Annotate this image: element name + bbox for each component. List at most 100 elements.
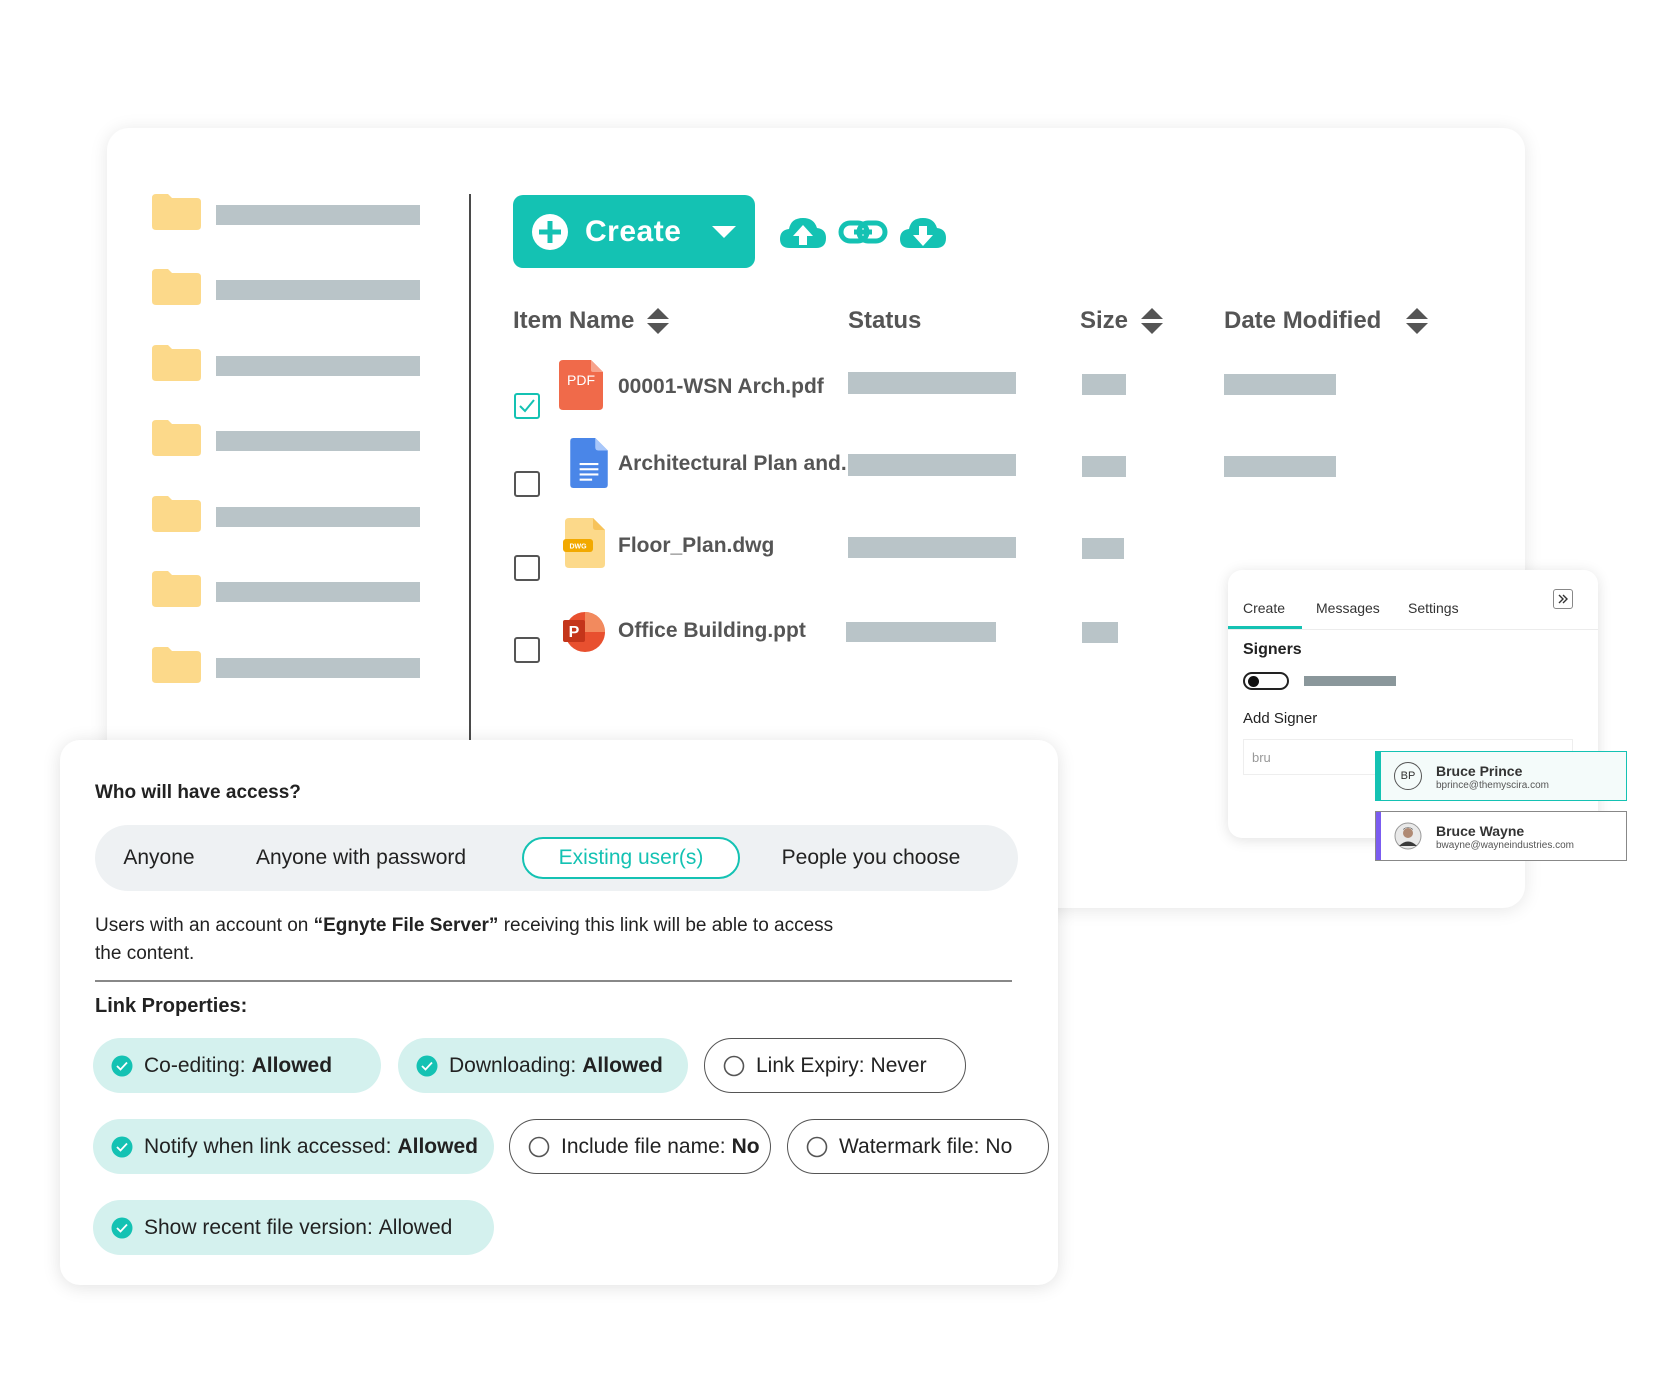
tab-divider <box>1228 629 1598 630</box>
upload-cloud-icon[interactable] <box>778 210 828 254</box>
chip-value: Allowed <box>397 1134 478 1158</box>
sort-icon[interactable] <box>1405 307 1429 335</box>
column-header-item-name[interactable]: Item Name <box>513 307 670 335</box>
folder-name-placeholder <box>216 356 420 376</box>
column-header-size[interactable]: Size <box>1080 307 1164 335</box>
status-placeholder <box>846 622 996 642</box>
signer-suggestion[interactable]: Bruce Wayne bwayne@wayneindustries.com <box>1375 811 1627 861</box>
check-circle-icon <box>111 1136 133 1157</box>
row-checkbox[interactable] <box>514 471 540 497</box>
status-placeholder <box>848 537 1016 558</box>
collapse-panel-button[interactable] <box>1553 589 1573 609</box>
row-checkbox[interactable] <box>514 637 540 663</box>
toggle-knob <box>1248 676 1259 687</box>
column-header-label: Status <box>848 307 922 334</box>
folder-icon <box>152 420 201 456</box>
link-properties-heading: Link Properties: <box>95 995 248 1017</box>
access-description: Users with an account on “Egnyte File Se… <box>95 912 855 968</box>
signers-heading: Signers <box>1243 641 1302 658</box>
user-photo-avatar <box>1394 822 1422 850</box>
chip-co-editing[interactable]: Co-editing: Allowed <box>93 1038 381 1093</box>
folder-item[interactable] <box>152 341 422 381</box>
create-button-label: Create <box>585 214 682 248</box>
folder-icon <box>152 269 201 305</box>
chip-value: Allowed <box>582 1053 663 1077</box>
file-name[interactable]: Architectural Plan and... <box>618 452 858 476</box>
chip-label: Co-editing: <box>144 1053 246 1077</box>
signer-suggestion[interactable]: BP Bruce Prince bprince@themyscira.com <box>1375 751 1627 801</box>
folder-icon <box>152 647 201 683</box>
suggestion-accent <box>1376 812 1381 860</box>
plus-circle-icon <box>532 213 568 250</box>
folder-item[interactable] <box>152 190 422 230</box>
option-anyone-with-password[interactable]: Anyone with password <box>245 825 477 891</box>
option-existing-users[interactable]: Existing user(s) <box>522 837 740 879</box>
radio-empty-icon <box>806 1136 828 1157</box>
download-cloud-icon[interactable] <box>898 210 948 254</box>
folder-item[interactable] <box>152 416 422 456</box>
file-name[interactable]: Office Building.ppt <box>618 619 806 643</box>
option-anyone[interactable]: Anyone <box>109 825 209 891</box>
suggestion-accent <box>1376 752 1381 800</box>
chip-label: Show recent file version: <box>144 1215 373 1239</box>
chip-watermark-file[interactable]: Watermark file: No <box>787 1119 1049 1174</box>
folder-item[interactable] <box>152 643 422 683</box>
folder-icon <box>152 571 201 607</box>
chip-label: Notify when link accessed: <box>144 1134 392 1158</box>
svg-text:DWG: DWG <box>569 544 587 551</box>
sort-icon[interactable] <box>646 307 670 335</box>
chip-downloading[interactable]: Downloading: Allowed <box>398 1038 688 1093</box>
create-button[interactable]: Create <box>513 195 755 268</box>
check-circle-icon <box>416 1055 438 1076</box>
folder-item[interactable] <box>152 265 422 305</box>
option-people-you-choose[interactable]: People you choose <box>771 825 971 891</box>
chip-value: No <box>985 1134 1013 1158</box>
column-header-date-modified[interactable]: Date Modified <box>1224 307 1429 335</box>
folder-item[interactable] <box>152 492 422 532</box>
signers-toggle[interactable] <box>1243 672 1289 690</box>
chevron-down-icon[interactable] <box>711 225 737 239</box>
row-checkbox[interactable] <box>514 555 540 581</box>
link-icon[interactable] <box>838 210 888 254</box>
tab-messages[interactable]: Messages <box>1316 600 1380 616</box>
folder-icon <box>152 194 201 230</box>
section-divider <box>95 980 1012 982</box>
checkmark-icon <box>519 399 535 413</box>
folder-name-placeholder <box>216 582 420 602</box>
folder-name-placeholder <box>216 507 420 527</box>
chip-value: No <box>731 1134 760 1158</box>
column-header-status[interactable]: Status <box>848 307 921 335</box>
toggle-label-placeholder <box>1304 676 1396 686</box>
svg-text:PDF: PDF <box>567 372 595 388</box>
date-placeholder <box>1224 456 1336 477</box>
size-placeholder <box>1082 374 1126 395</box>
file-name[interactable]: Floor_Plan.dwg <box>618 534 774 558</box>
suggestion-name: Bruce Wayne <box>1436 823 1525 839</box>
size-placeholder <box>1082 456 1126 477</box>
svg-text:P: P <box>569 624 580 641</box>
active-tab-indicator <box>1228 626 1302 629</box>
share-link-dialog: Who will have access? Anyone Anyone with… <box>60 740 1058 1285</box>
chip-include-file-name[interactable]: Include file name: No <box>509 1119 771 1174</box>
chip-show-recent-version[interactable]: Show recent file version: Allowed <box>93 1200 494 1255</box>
access-question: Who will have access? <box>95 782 301 803</box>
radio-empty-icon <box>723 1055 745 1076</box>
chip-notify-when-accessed[interactable]: Notify when link accessed: Allowed <box>93 1119 494 1174</box>
chip-label: Downloading: <box>449 1053 577 1077</box>
folder-icon <box>152 496 201 532</box>
column-header-label: Size <box>1080 307 1129 334</box>
suggestion-email: bprince@themyscira.com <box>1436 780 1549 791</box>
file-name[interactable]: 00001-WSN Arch.pdf <box>618 375 824 399</box>
folder-name-placeholder <box>216 205 420 225</box>
chip-link-expiry[interactable]: Link Expiry: Never <box>704 1038 966 1093</box>
add-signer-label: Add Signer <box>1243 710 1318 727</box>
dwg-file-icon: DWG <box>563 518 605 568</box>
tab-settings[interactable]: Settings <box>1408 600 1459 616</box>
sort-icon[interactable] <box>1140 307 1164 335</box>
check-circle-icon <box>111 1217 133 1238</box>
folder-item[interactable] <box>152 567 422 607</box>
tab-create[interactable]: Create <box>1243 600 1285 616</box>
avatar: BP <box>1394 762 1422 790</box>
row-checkbox[interactable] <box>514 393 540 419</box>
folder-name-placeholder <box>216 431 420 451</box>
